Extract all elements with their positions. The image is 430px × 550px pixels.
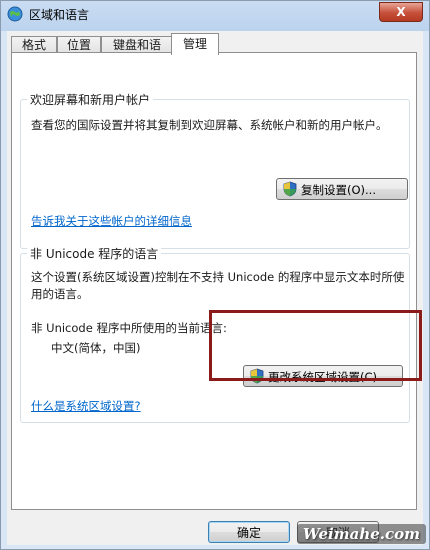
window-title: 区域和语言: [29, 8, 90, 22]
region-language-window: 区域和语言 X 格式 位置 键盘和语言 管理 欢迎屏幕和新用户帐户 查看您的国际…: [0, 0, 430, 550]
welcome-description: 查看您的国际设置并将其复制到欢迎屏幕、系统帐户和新的用户帐户。: [31, 118, 388, 132]
tab-administrative[interactable]: 管理: [171, 33, 219, 55]
site-watermark: Weimahe.com: [296, 524, 426, 544]
tab-keyboard-language[interactable]: 键盘和语言: [101, 36, 173, 69]
copy-settings-button[interactable]: 复制设置(O)...: [276, 178, 408, 200]
tab-format[interactable]: 格式: [11, 36, 57, 53]
system-locale-info-link[interactable]: 什么是系统区域设置?: [31, 398, 141, 415]
title-bar[interactable]: 区域和语言 X: [1, 1, 429, 27]
unicode-description-line1: 这个设置(系统区域设置)控制在不支持 Unicode 的程序中显示文本时所使: [31, 270, 405, 284]
close-button[interactable]: X: [379, 2, 423, 22]
globe-icon: [7, 6, 23, 22]
unicode-group-title: 非 Unicode 程序的语言: [27, 245, 162, 262]
copy-settings-label: 复制设置(O)...: [301, 183, 376, 197]
current-language-label: 非 Unicode 程序中所使用的当前语言:: [31, 321, 227, 335]
unicode-description-line2: 用的语言。: [31, 287, 89, 301]
highlight-annotation-box: [209, 310, 422, 381]
welcome-info-link[interactable]: 告诉我关于这些帐户的详细信息: [31, 213, 192, 230]
welcome-group-title: 欢迎屏幕和新用户帐户: [27, 91, 154, 108]
ok-button[interactable]: 确定: [208, 521, 290, 543]
uac-shield-icon: [283, 181, 297, 197]
dialog-client: 格式 位置 键盘和语言 管理 欢迎屏幕和新用户帐户 查看您的国际设置并将其复制到…: [7, 31, 423, 545]
tab-panel-administrative: 欢迎屏幕和新用户帐户 查看您的国际设置并将其复制到欢迎屏幕、系统帐户和新的用户帐…: [11, 52, 417, 510]
tab-location[interactable]: 位置: [57, 36, 101, 53]
current-language-value: 中文(简体，中国): [51, 341, 141, 355]
welcome-screen-group: 欢迎屏幕和新用户帐户 查看您的国际设置并将其复制到欢迎屏幕、系统帐户和新的用户帐…: [20, 91, 410, 249]
